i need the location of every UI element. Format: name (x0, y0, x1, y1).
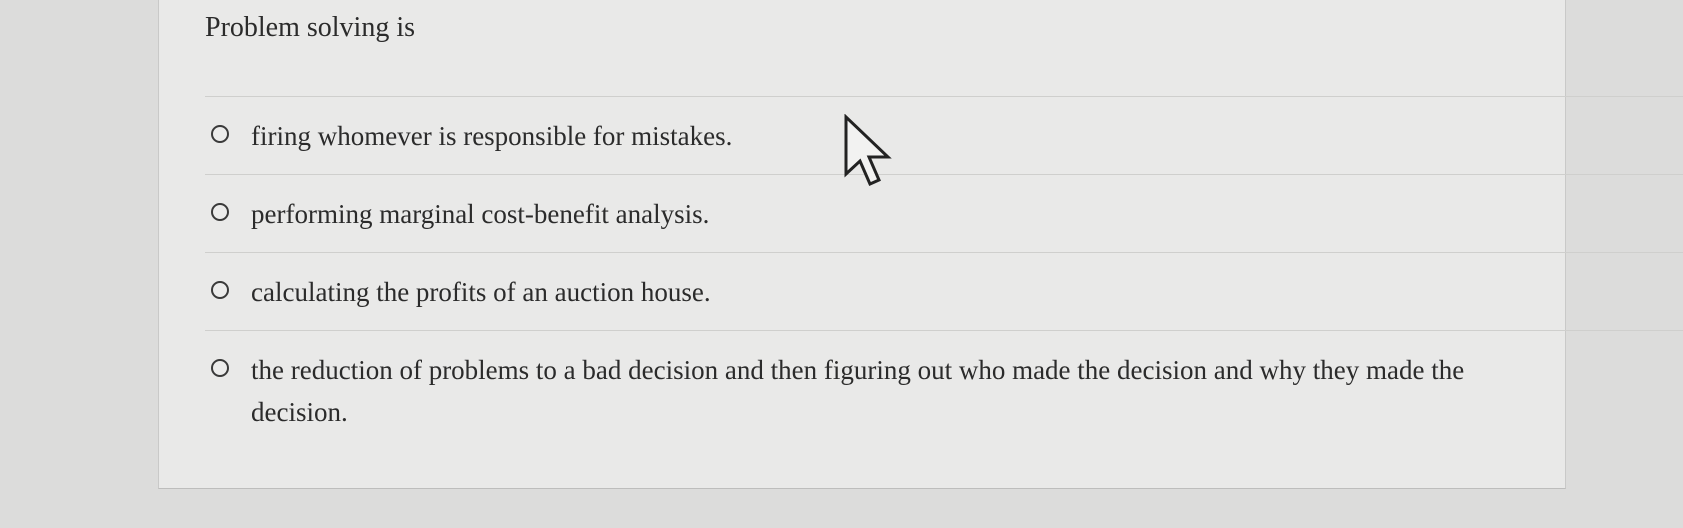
question-text: Problem solving is (205, 12, 416, 43)
answer-option-2[interactable]: performing marginal cost-benefit analysi… (205, 174, 1683, 252)
mouse-pointer-icon (844, 114, 892, 186)
answer-option-3[interactable]: calculating the profits of an auction ho… (205, 252, 1683, 330)
radio-button-icon[interactable] (211, 359, 229, 377)
answer-option-label: the reduction of problems to a bad decis… (251, 355, 1465, 427)
radio-button-icon[interactable] (211, 203, 229, 221)
radio-button-icon[interactable] (211, 125, 229, 143)
radio-button-icon[interactable] (211, 281, 229, 299)
answer-options: firing whomever is responsible for mista… (205, 96, 1683, 440)
answer-option-label: calculating the profits of an auction ho… (251, 277, 711, 307)
answer-option-4[interactable]: the reduction of problems to a bad decis… (205, 330, 1683, 440)
answer-option-1[interactable]: firing whomever is responsible for mista… (205, 96, 1683, 174)
question-panel: Problem solving is firing whomever is re… (158, 0, 1683, 489)
